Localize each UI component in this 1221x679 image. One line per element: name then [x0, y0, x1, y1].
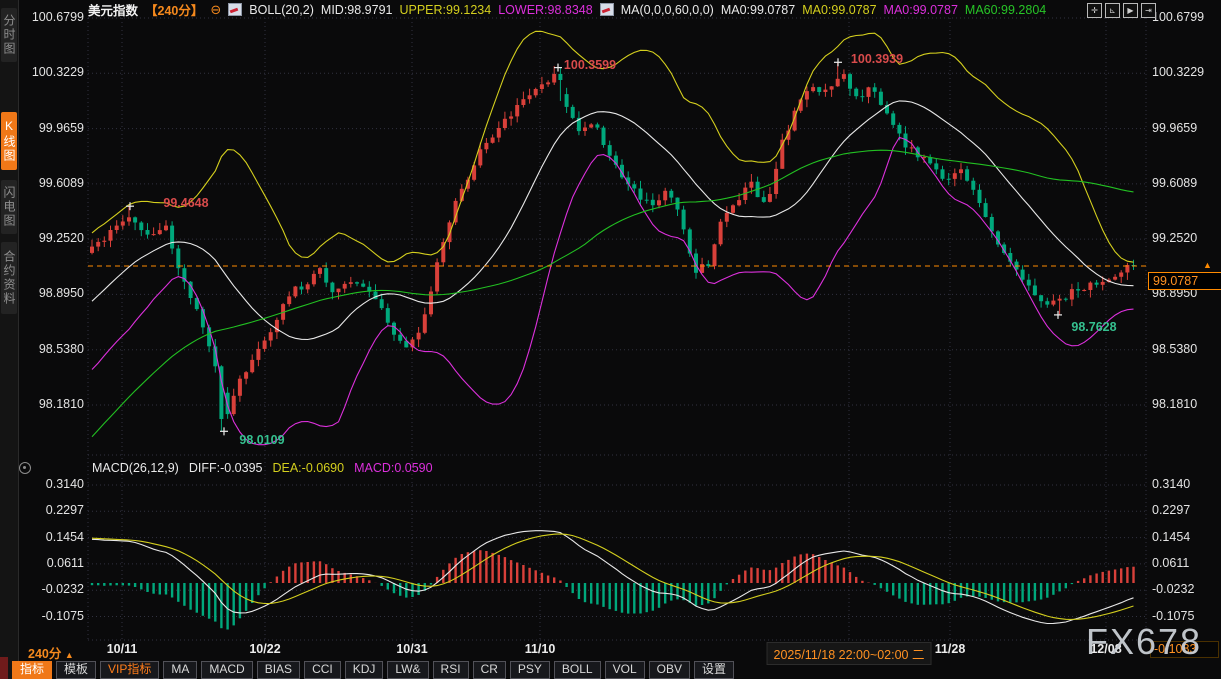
ma0-magenta-value: MA0:99.0787: [884, 3, 958, 17]
macd-label: MACD(26,12,9): [92, 461, 179, 475]
price-axis-label-right: 100.6799: [1152, 10, 1204, 24]
price-axis-label-right: 0.3140: [1152, 477, 1190, 491]
price-axis-label-left: 100.6799: [0, 10, 84, 24]
price-axis-label-right: 99.6089: [1152, 176, 1197, 190]
date-axis-label: 11/10: [525, 642, 556, 656]
date-axis-label: 10/11: [107, 642, 138, 656]
ma-label: MA(0,0,0,60,0,0): [621, 3, 714, 17]
price-axis-label-left: 100.3229: [0, 65, 84, 79]
price-axis-label-right: 98.1810: [1152, 397, 1197, 411]
tab-psy[interactable]: PSY: [510, 661, 550, 679]
boll-upper-value: UPPER:99.1234: [399, 3, 491, 17]
chart-canvas[interactable]: [0, 0, 1221, 679]
tab-settings[interactable]: 设置: [694, 661, 734, 679]
tab-cci[interactable]: CCI: [304, 661, 341, 679]
window-control-icons: ✛⊾▶⇥: [1087, 3, 1156, 18]
price-axis-label-left: 0.3140: [0, 477, 84, 491]
price-axis-label-right: 99.2520: [1152, 231, 1197, 245]
tab-indicator[interactable]: 指标: [12, 661, 52, 679]
price-axis-label-right: 99.9659: [1152, 121, 1197, 135]
ma-chart-thumb-icon[interactable]: [600, 3, 614, 16]
sidebar-item-contract[interactable]: 合约资料: [1, 242, 17, 314]
boll-mid-value: MID:98.9791: [321, 3, 393, 17]
indicator-toolbar: 指标模板VIP指标MAMACD BIASCCIKDJLW&RSICRPSYBOLL…: [12, 661, 734, 679]
ma0-yellow-value: MA0:99.0787: [802, 3, 876, 17]
price-axis-label-right: 100.3229: [1152, 65, 1204, 79]
sidebar-logo-block: [0, 657, 8, 679]
price-axis-label-left: 0.0611: [0, 556, 84, 570]
swing-low-label: 98.0109: [239, 433, 284, 447]
macd-diff-value: DIFF:-0.0395: [189, 461, 263, 475]
price-arrow-icon: ▲: [1203, 260, 1212, 270]
price-axis-label-left: 99.6089: [0, 176, 84, 190]
chart-type-sidebar: 分时图K线图闪电图合约资料: [0, 0, 19, 679]
tab-vip-indicator[interactable]: VIP指标: [100, 661, 159, 679]
period-selector[interactable]: 240分 ▲: [28, 643, 74, 662]
play-forward-icon[interactable]: ▶: [1123, 3, 1138, 18]
price-axis-label-left: 99.2520: [0, 231, 84, 245]
price-axis-label-left: 98.8950: [0, 286, 84, 300]
ma60-value: MA60:99.2804: [965, 3, 1046, 17]
layout-grid-icon[interactable]: ✛: [1087, 3, 1102, 18]
price-axis-label-left: -0.0232: [0, 582, 84, 596]
tab-lwr[interactable]: LW&: [387, 661, 428, 679]
tab-boll[interactable]: BOLL: [554, 661, 601, 679]
price-axis-label-left: 98.5380: [0, 342, 84, 356]
swing-high-label: 100.3599: [564, 58, 616, 72]
macd-visibility-icon[interactable]: [19, 462, 31, 474]
macd-value: MACD:0.0590: [354, 461, 433, 475]
tab-template[interactable]: 模板: [56, 661, 96, 679]
chevron-up-icon: ▲: [65, 650, 74, 660]
main-indicator-header: 美元指数 【240分】 ⊖ BOLL(20,2) MID:98.9791 UPP…: [88, 2, 1046, 17]
selected-bar-datetime: 2025/11/18 22:00~02:00 二: [767, 642, 932, 665]
tab-cr[interactable]: CR: [473, 661, 506, 679]
tab-rsi[interactable]: RSI: [433, 661, 469, 679]
period-label: 【240分】: [145, 0, 203, 19]
current-price-tag: 99.0787: [1148, 272, 1221, 290]
boll-chart-thumb-icon[interactable]: [228, 3, 242, 16]
date-axis-label: 10/22: [249, 642, 280, 656]
price-axis-label-right: -0.0232: [1152, 582, 1194, 596]
trading-app-window: 分时图K线图闪电图合约资料 美元指数 【240分】 ⊖ BOLL(20,2) M…: [0, 0, 1221, 679]
date-axis-label: 11/28: [935, 642, 966, 656]
swing-high-label: 100.3939: [851, 52, 903, 66]
macd-dea-value: DEA:-0.0690: [272, 461, 344, 475]
price-axis-label-left: 0.2297: [0, 503, 84, 517]
tab-vol[interactable]: VOL: [605, 661, 645, 679]
watermark: FX678: [1086, 621, 1202, 663]
price-axis-label-left: -0.1075: [0, 609, 84, 623]
ma0-white-value: MA0:99.0787: [721, 3, 795, 17]
axis-scale-icon[interactable]: ⊾: [1105, 3, 1120, 18]
boll-label: BOLL(20,2): [249, 3, 314, 17]
boll-lower-value: LOWER:98.8348: [498, 3, 593, 17]
tab-macd[interactable]: MACD: [201, 661, 252, 679]
price-axis-label-right: 0.1454: [1152, 530, 1190, 544]
pan-right-icon[interactable]: ⇥: [1141, 3, 1156, 18]
period-selector-label: 240分: [28, 647, 61, 661]
tab-ma[interactable]: MA: [163, 661, 197, 679]
macd-indicator-header: MACD(26,12,9) DIFF:-0.0395 DEA:-0.0690 M…: [92, 461, 433, 475]
swing-high-label: 99.4648: [163, 196, 208, 210]
price-axis-label-left: 98.1810: [0, 397, 84, 411]
tab-bias[interactable]: BIAS: [257, 661, 300, 679]
price-axis-label-right: 98.5380: [1152, 342, 1197, 356]
swing-low-label: 98.7628: [1071, 320, 1116, 334]
zoom-out-icon[interactable]: ⊖: [210, 4, 221, 15]
symbol-name: 美元指数: [88, 0, 138, 19]
price-axis-label-left: 99.9659: [0, 121, 84, 135]
price-axis-label-left: 0.1454: [0, 530, 84, 544]
date-axis-label: 10/31: [396, 642, 427, 656]
price-axis-label-right: 0.2297: [1152, 503, 1190, 517]
price-axis-label-right: 0.0611: [1152, 556, 1189, 570]
tab-obv[interactable]: OBV: [649, 661, 690, 679]
tab-kdj[interactable]: KDJ: [345, 661, 384, 679]
